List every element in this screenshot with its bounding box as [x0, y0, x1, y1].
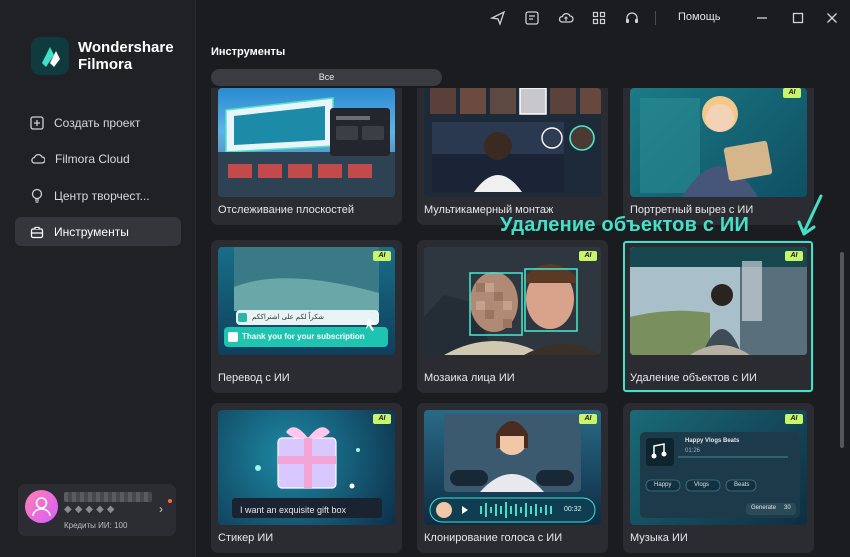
sidebar-item-tools[interactable]: Инструменты	[15, 217, 181, 246]
sidebar-item-filmora-cloud[interactable]: Filmora Cloud	[15, 144, 181, 173]
tool-card-object-removal[interactable]: AI Удаление объектов с ИИ	[623, 240, 814, 393]
tool-card-label: Отслеживание плоскостей	[218, 204, 354, 216]
avatar[interactable]	[25, 490, 58, 523]
chevron-right-icon[interactable]: ›	[159, 502, 163, 516]
tool-card-label: Стикер ИИ	[218, 532, 274, 544]
tool-card-voice-clone[interactable]: 00:32 AI Клонирование голоса с ИИ	[417, 403, 608, 553]
portrait-cutout-thumbnail: AI	[630, 88, 807, 197]
music-track-time: 01:26	[685, 448, 701, 454]
scrollbar-thumb[interactable]	[840, 252, 844, 448]
ai-badge: AI	[579, 251, 597, 261]
sidebar-item-label: Инструменты	[54, 224, 129, 239]
ai-music-thumbnail: Happy Vlogs Beats 01:26 Happy Vlogs Beat…	[630, 410, 807, 525]
object-removal-thumbnail: AI	[630, 247, 807, 355]
title-bar: Помощь	[196, 0, 850, 36]
translate-source-text: شكراً لكم على اشتراككم	[252, 314, 324, 321]
ai-badge: AI	[373, 414, 391, 424]
ai-badge: AI	[785, 251, 803, 261]
tool-card-multicam[interactable]: Мультикамерный монтаж	[417, 88, 608, 225]
tool-card-portrait-cutout[interactable]: AI Портретный вырез с ИИ	[623, 88, 814, 225]
plane-tracking-thumbnail	[218, 88, 395, 197]
tool-card-ai-sticker[interactable]: I want an exquisite gift box AI Стикер И…	[211, 403, 402, 553]
sidebar-item-creative-center[interactable]: Центр творчест...	[15, 181, 181, 210]
tool-card-label: Клонирование голоса с ИИ	[424, 532, 563, 544]
voice-clone-thumbnail: 00:32 AI	[424, 410, 601, 525]
toolbar-divider	[655, 11, 656, 25]
maximize-icon[interactable]	[789, 9, 807, 27]
tool-card-label: Перевод с ИИ	[218, 372, 290, 384]
music-track-title: Happy Vlogs Beats	[685, 438, 740, 444]
sidebar-item-create-project[interactable]: Создать проект	[15, 108, 181, 137]
send-icon[interactable]	[490, 10, 506, 26]
help-menu[interactable]: Помощь	[678, 11, 721, 23]
tool-card-ai-translate[interactable]: شكراً لكم على اشتراككم Thank you for you…	[211, 240, 402, 393]
grid-apps-icon[interactable]	[591, 10, 607, 26]
headset-icon[interactable]	[624, 10, 640, 26]
sidebar-item-label: Создать проект	[54, 115, 141, 130]
account-badges: ◆◆◆◆◆	[64, 504, 118, 515]
ai-translate-thumbnail: شكراً لكم على اشتراككم Thank you for you…	[218, 247, 395, 355]
ai-badge: AI	[373, 251, 391, 261]
cloud-upload-icon[interactable]	[558, 10, 574, 26]
media-export-icon[interactable]	[524, 10, 540, 26]
ai-credits: Кредиты ИИ: 100	[64, 521, 128, 530]
sidebar: Wondershare Filmora Создать проект Filmo…	[0, 0, 196, 557]
brand-line1: Wondershare	[78, 39, 174, 56]
user-icon	[32, 497, 51, 517]
app-logo: Wondershare Filmora	[31, 37, 174, 75]
music-tag: Beats	[734, 482, 750, 488]
cloud-icon	[31, 153, 45, 164]
tool-card-face-mosaic[interactable]: AI Мозаика лица ИИ	[417, 240, 608, 393]
tool-card-ai-music[interactable]: Happy Vlogs Beats 01:26 Happy Vlogs Beat…	[623, 403, 814, 553]
account-panel[interactable]: ◆◆◆◆◆ Кредиты ИИ: 100 ›	[18, 484, 176, 536]
music-tag: Vlogs	[694, 482, 710, 488]
multicam-thumbnail	[424, 88, 601, 197]
music-tag: Happy	[654, 482, 672, 488]
music-generate-label: Generate	[751, 505, 777, 511]
page-title: Инструменты	[211, 46, 286, 58]
category-filter[interactable]: Все	[211, 69, 442, 86]
toolbox-icon	[30, 226, 44, 238]
filter-all-tab[interactable]: Все	[211, 69, 442, 86]
ai-badge: AI	[785, 414, 803, 424]
music-generate-credits: 30	[784, 505, 791, 511]
sidebar-item-label: Центр творчест...	[54, 188, 150, 203]
sidebar-item-label: Filmora Cloud	[55, 151, 130, 166]
plus-square-icon	[30, 115, 44, 130]
ai-sticker-thumbnail: I want an exquisite gift box AI	[218, 410, 395, 525]
tool-card-label: Удаление объектов с ИИ	[630, 372, 757, 384]
tool-card-label: Музыка ИИ	[630, 532, 688, 544]
bulb-icon	[31, 188, 43, 203]
ai-badge: AI	[579, 414, 597, 424]
face-mosaic-thumbnail: AI	[424, 247, 601, 355]
translate-target-text: Thank you for your subscription	[242, 332, 365, 341]
brand-line2: Filmora	[78, 56, 133, 73]
sticker-prompt-text: I want an exquisite gift box	[240, 505, 347, 515]
notification-dot	[168, 499, 172, 503]
ai-badge: AI	[783, 88, 801, 98]
filmora-logo-icon	[31, 37, 69, 75]
tool-card-plane-tracking[interactable]: Отслеживание плоскостей	[211, 88, 402, 225]
callout-text: Удаление объектов с ИИ	[500, 214, 750, 236]
arrow-down-left-icon	[797, 194, 823, 236]
minimize-icon[interactable]	[753, 9, 771, 27]
close-icon[interactable]	[823, 9, 841, 27]
account-name-redacted	[64, 492, 152, 502]
tool-card-label: Мозаика лица ИИ	[424, 372, 515, 384]
voice-duration: 00:32	[564, 506, 582, 513]
